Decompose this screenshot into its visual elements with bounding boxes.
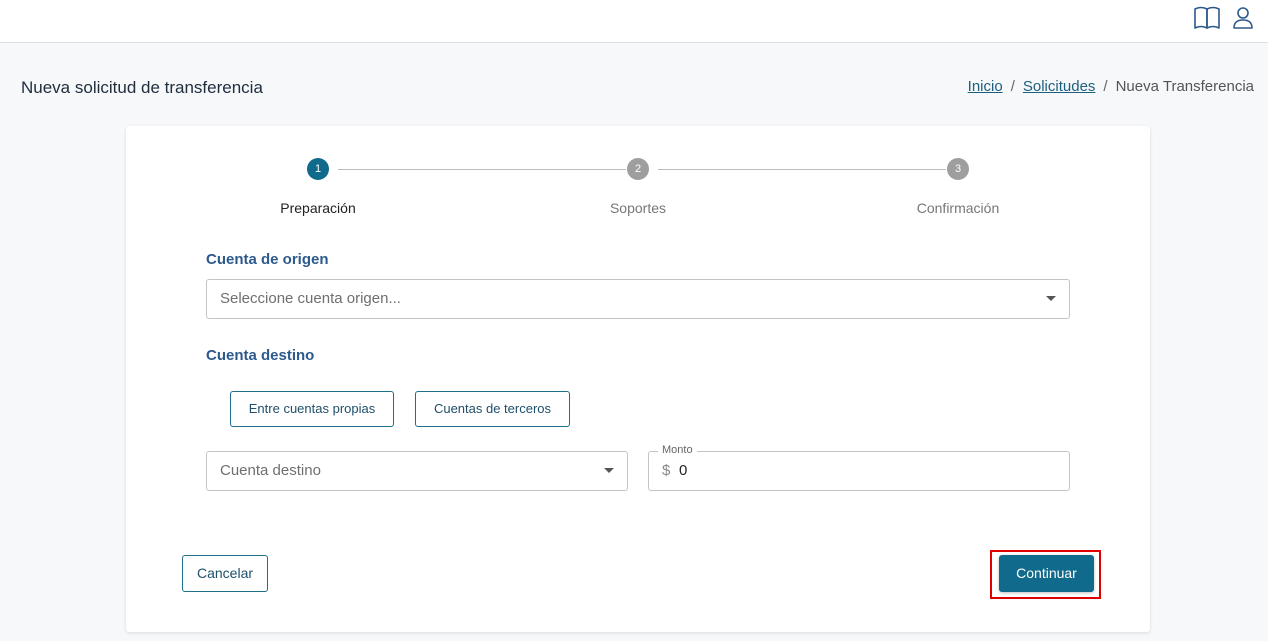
caret-down-icon — [604, 468, 614, 473]
amount-input[interactable]: Monto $ 0 — [648, 444, 1070, 491]
user-icon[interactable] — [1231, 5, 1255, 31]
page-title: Nueva solicitud de transferencia — [21, 78, 263, 97]
origin-account-select[interactable]: Seleccione cuenta origen... — [206, 279, 1070, 319]
origin-account-placeholder: Seleccione cuenta origen... — [220, 290, 401, 307]
step-3-indicator: 3 — [947, 158, 969, 180]
breadcrumb-separator: / — [1010, 78, 1015, 95]
breadcrumb-current: Nueva Transferencia — [1115, 78, 1254, 95]
amount-value[interactable]: 0 — [679, 462, 687, 479]
book-icon[interactable] — [1193, 5, 1221, 31]
step-1-indicator: 1 — [307, 158, 329, 180]
destination-account-label: Cuenta destino — [206, 347, 315, 364]
own-accounts-button[interactable]: Entre cuentas propias — [230, 391, 394, 427]
stepper-connector — [338, 169, 626, 170]
breadcrumb-link-inicio[interactable]: Inicio — [968, 78, 1003, 95]
breadcrumb-separator: / — [1103, 78, 1108, 95]
caret-down-icon — [1046, 296, 1056, 301]
third-party-accounts-button[interactable]: Cuentas de terceros — [415, 391, 570, 427]
continue-button[interactable]: Continuar — [999, 555, 1094, 592]
destination-account-select[interactable]: Cuenta destino — [206, 451, 628, 491]
transfer-form-card: 1 2 3 Preparación Soportes Confirmación … — [126, 126, 1150, 632]
step-2-label: Soportes — [609, 200, 667, 216]
destination-account-placeholder: Cuenta destino — [220, 462, 321, 479]
breadcrumb: Inicio / Solicitudes / Nueva Transferencia — [968, 78, 1254, 95]
step-2-indicator: 2 — [627, 158, 649, 180]
currency-symbol: $ — [662, 462, 671, 479]
amount-label: Monto — [658, 444, 697, 456]
stepper-connector — [658, 169, 946, 170]
step-3-label: Confirmación — [916, 200, 1000, 216]
step-1-label: Preparación — [280, 200, 356, 216]
cancel-button[interactable]: Cancelar — [182, 555, 268, 592]
origin-account-label: Cuenta de origen — [206, 251, 329, 268]
breadcrumb-link-solicitudes[interactable]: Solicitudes — [1023, 78, 1096, 95]
top-bar — [0, 0, 1268, 43]
